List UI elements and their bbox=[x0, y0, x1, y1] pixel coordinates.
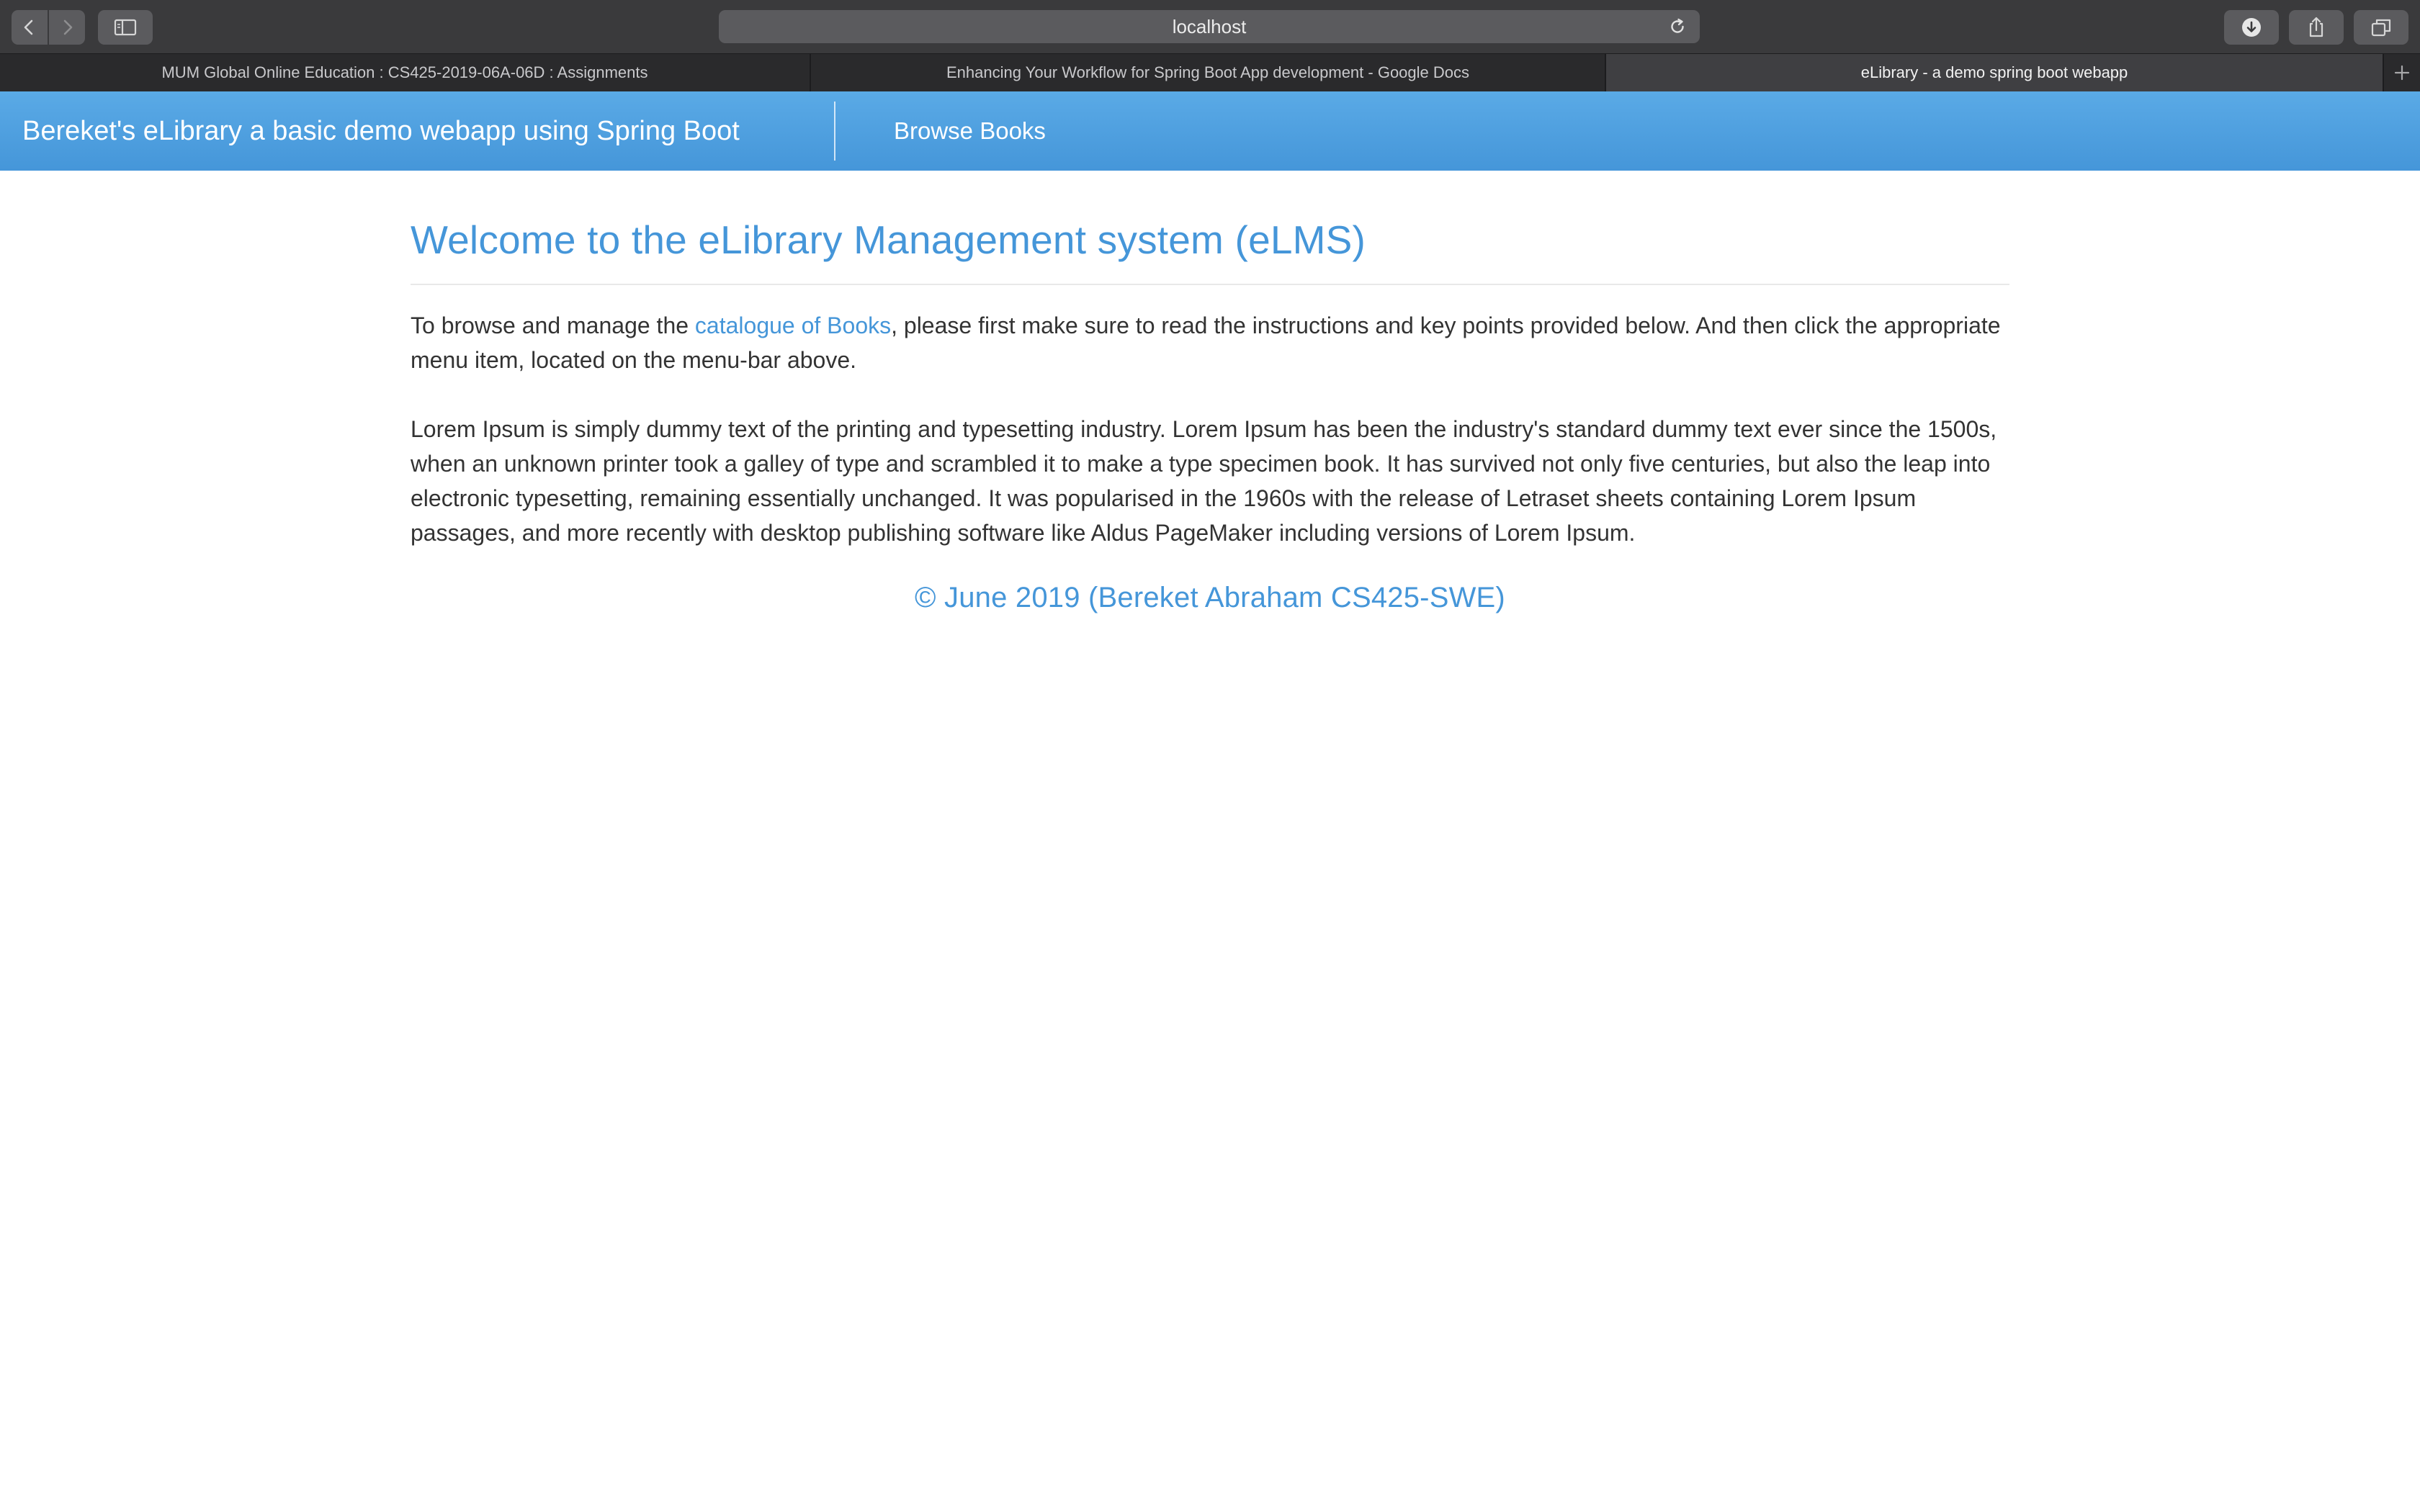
catalogue-link[interactable]: catalogue of Books bbox=[695, 312, 891, 338]
tab-label: Enhancing Your Workflow for Spring Boot … bbox=[946, 63, 1470, 81]
forward-button[interactable] bbox=[48, 10, 85, 45]
nav-link-browse-books[interactable]: Browse Books bbox=[894, 91, 1046, 171]
chevron-left-icon bbox=[24, 19, 33, 35]
sidebar-icon bbox=[114, 19, 137, 36]
share-button[interactable] bbox=[2289, 10, 2344, 45]
sidebar-toggle-button[interactable] bbox=[98, 10, 153, 45]
site-navbar: Bereket's eLibrary a basic demo webapp u… bbox=[0, 91, 2420, 171]
tab-google-docs[interactable]: Enhancing Your Workflow for Spring Boot … bbox=[811, 54, 1606, 91]
intro-paragraph: To browse and manage the catalogue of Bo… bbox=[411, 308, 2009, 377]
address-bar[interactable]: localhost bbox=[719, 10, 1700, 43]
page-title: Welcome to the eLibrary Management syste… bbox=[411, 217, 1366, 262]
copyright-note: © June 2019 (Bereket Abraham CS425-SWE) bbox=[915, 582, 1505, 613]
plus-icon bbox=[2394, 65, 2410, 81]
reload-icon[interactable] bbox=[1668, 17, 1687, 36]
lorem-paragraph: Lorem Ipsum is simply dummy text of the … bbox=[411, 416, 1997, 546]
tab-mum-assignments[interactable]: MUM Global Online Education : CS425-2019… bbox=[0, 54, 811, 91]
tabs-overview-icon bbox=[2371, 19, 2391, 37]
tab-strip: MUM Global Online Education : CS425-2019… bbox=[0, 53, 2420, 91]
tab-elibrary[interactable]: eLibrary - a demo spring boot webapp bbox=[1606, 54, 2384, 91]
share-icon bbox=[2309, 17, 2323, 37]
address-text: localhost bbox=[1172, 16, 1247, 37]
chevron-right-icon bbox=[63, 19, 73, 35]
back-button[interactable] bbox=[12, 10, 48, 45]
tab-label: eLibrary - a demo spring boot webapp bbox=[1860, 63, 2128, 81]
intro-text-start: To browse and manage the bbox=[411, 312, 695, 338]
tabs-overview-button[interactable] bbox=[2354, 10, 2408, 45]
download-icon bbox=[2242, 18, 2261, 37]
title-divider bbox=[411, 284, 2009, 285]
tab-label: MUM Global Online Education : CS425-2019… bbox=[161, 63, 648, 81]
browser-toolbar: localhost bbox=[0, 0, 2420, 53]
history-nav-group bbox=[12, 10, 85, 45]
navbar-divider bbox=[834, 102, 835, 161]
main-content: Welcome to the eLibrary Management syste… bbox=[411, 216, 2009, 614]
site-brand[interactable]: Bereket's eLibrary a basic demo webapp u… bbox=[22, 91, 740, 171]
downloads-button[interactable] bbox=[2224, 10, 2279, 45]
new-tab-button[interactable] bbox=[2384, 54, 2420, 91]
